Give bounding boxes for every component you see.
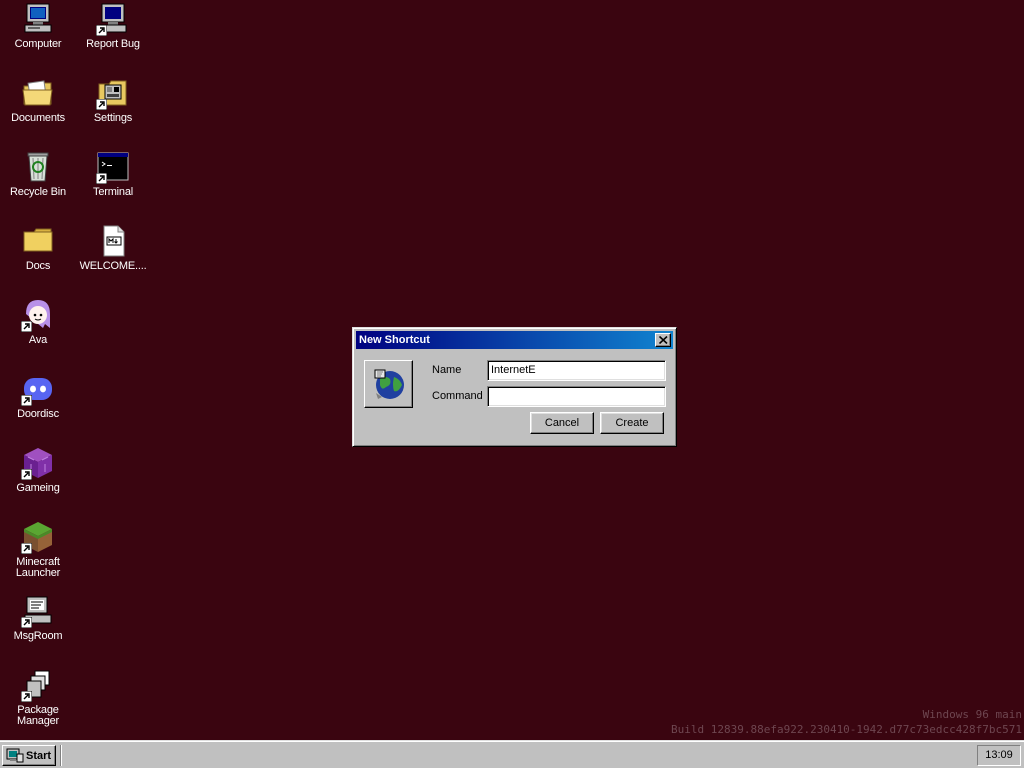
computer-icon [21, 2, 55, 36]
shortcut-arrow-icon [21, 617, 32, 628]
documents-folder-icon [21, 76, 55, 110]
desktop-icon-documents[interactable]: Documents [0, 76, 76, 146]
terminal-icon [96, 150, 130, 184]
new-shortcut-dialog: New Shortcut Name InternetE Command Canc… [352, 327, 677, 447]
close-button[interactable] [655, 333, 671, 347]
name-label: Name [432, 364, 462, 376]
taskbar: Start 13:09 [0, 740, 1024, 768]
command-field[interactable] [487, 386, 666, 407]
start-label: Start [26, 750, 52, 762]
dialog-titlebar[interactable]: New Shortcut [356, 331, 673, 349]
create-button[interactable]: Create [600, 412, 664, 434]
desktop-icon-msgroom[interactable]: MsgRoom [0, 594, 76, 664]
desktop-icon-doordisc[interactable]: Doordisc [0, 372, 76, 442]
gameing-icon [21, 446, 55, 480]
desktop-icon-ava[interactable]: Ava [0, 298, 76, 368]
desktop-icon-label: Doordisc [17, 408, 59, 420]
folder-icon [21, 224, 55, 258]
desktop-icon-gameing[interactable]: Gameing [0, 446, 76, 516]
name-field-value: InternetE [491, 364, 536, 376]
doordisc-icon [21, 372, 55, 406]
desktop-icon-recycle-bin[interactable]: Recycle Bin [0, 150, 76, 220]
desktop-icon-label: Documents [11, 112, 65, 124]
desktop-icon-label: Ava [28, 334, 48, 346]
markdown-file-icon [96, 224, 130, 258]
desktop-icon-label: WELCOME.... [79, 260, 147, 272]
shortcut-arrow-icon [96, 173, 107, 184]
desktop-icon-terminal[interactable]: Terminal [75, 150, 151, 220]
minecraft-icon [21, 520, 55, 554]
desktop-icon-label: Computer [14, 38, 62, 50]
shortcut-arrow-icon [21, 543, 32, 554]
taskbar-separator [60, 745, 62, 766]
shortcut-arrow-icon [21, 691, 32, 702]
shortcut-arrow-icon [96, 99, 107, 110]
start-logo-icon [6, 748, 24, 763]
close-icon [659, 336, 668, 344]
desktop-icon-label: Docs [25, 260, 51, 272]
shortcut-arrow-icon [21, 469, 32, 480]
command-label: Command [432, 390, 483, 402]
shortcut-arrow-icon [21, 395, 32, 406]
build-number-watermark: Build 12839.88efa922.230410-1942.d77c73e… [671, 723, 1022, 736]
desktop-icon-settings[interactable]: Settings [75, 76, 151, 146]
desktop-icon-report-bug[interactable]: Report Bug [75, 2, 151, 72]
desktop-icon-label: Package Manager [16, 704, 59, 727]
desktop-icon-docs[interactable]: Docs [0, 224, 76, 294]
shortcut-arrow-icon [21, 321, 32, 332]
start-button[interactable]: Start [2, 745, 56, 766]
settings-icon [96, 76, 130, 110]
msgroom-icon [21, 594, 55, 628]
desktop-icon-label: Minecraft Launcher [15, 556, 61, 579]
globe-icon [374, 369, 404, 399]
desktop-icon-minecraft-launcher[interactable]: Minecraft Launcher [0, 520, 76, 590]
os-version-watermark: Windows 96 main [922, 708, 1022, 721]
dialog-title: New Shortcut [359, 334, 430, 346]
desktop-icon-welcome[interactable]: WELCOME.... [75, 224, 151, 294]
desktop-icon-label: Report Bug [86, 38, 140, 50]
shortcut-arrow-icon [96, 25, 107, 36]
ava-icon [21, 298, 55, 332]
report-bug-icon [96, 2, 130, 36]
desktop-icon-label: Settings [93, 112, 133, 124]
desktop-icon-label: Recycle Bin [10, 186, 66, 198]
desktop-icon-package-manager[interactable]: Package Manager [0, 668, 76, 738]
desktop-icon-label: MsgRoom [13, 630, 63, 642]
package-manager-icon [21, 668, 55, 702]
system-tray-clock[interactable]: 13:09 [977, 745, 1021, 766]
cancel-button[interactable]: Cancel [530, 412, 594, 434]
desktop-icon-label: Gameing [16, 482, 60, 494]
shortcut-icon-button[interactable] [364, 360, 413, 408]
desktop-icon-computer[interactable]: Computer [0, 2, 76, 72]
recycle-bin-icon [21, 150, 55, 184]
desktop-icon-label: Terminal [93, 186, 133, 198]
name-field[interactable]: InternetE [487, 360, 666, 381]
